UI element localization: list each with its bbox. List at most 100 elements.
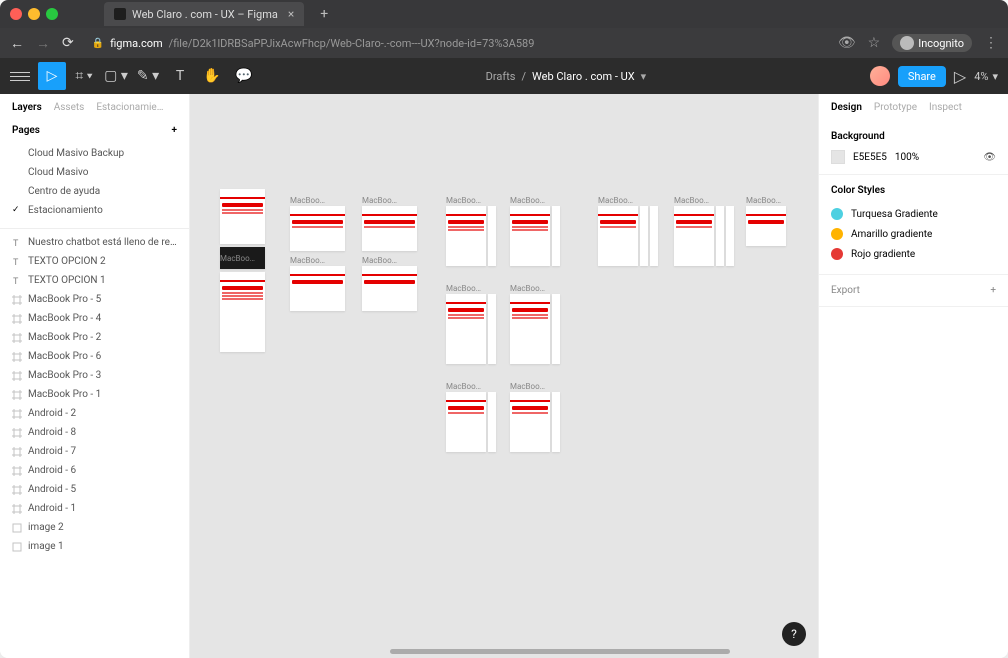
- left-panel: Layers Assets Estacionamien… Pages + Clo…: [0, 94, 190, 658]
- reload-button[interactable]: ⟳: [62, 35, 74, 51]
- page-item[interactable]: Cloud Masivo: [0, 163, 189, 182]
- frame-label: MacBoo…: [510, 284, 545, 293]
- layer-item[interactable]: Android - 8: [0, 423, 189, 442]
- color-style-row[interactable]: Amarillo gradiente: [831, 224, 996, 244]
- layer-item[interactable]: Android - 5: [0, 480, 189, 499]
- layer-item[interactable]: MacBook Pro - 2: [0, 328, 189, 347]
- page-item[interactable]: Estacionamiento: [0, 201, 189, 220]
- frame-icon: [12, 504, 22, 514]
- breadcrumb[interactable]: Drafts / Web Claro . com - UX ▾: [262, 70, 870, 83]
- forward-button[interactable]: →: [36, 35, 50, 52]
- browser-tab[interactable]: Web Claro . com - UX – Figma ×: [104, 2, 304, 26]
- pages-header: Pages +: [0, 117, 189, 144]
- export-section: Export +: [819, 275, 1008, 307]
- pages-title: Pages: [12, 125, 40, 136]
- layer-label: MacBook Pro - 5: [28, 294, 101, 305]
- frame-icon: [12, 485, 22, 495]
- shape-tool[interactable]: ▢ ▾: [102, 62, 130, 90]
- chevron-down-icon: ▾: [992, 70, 998, 83]
- layer-item[interactable]: Android - 1: [0, 499, 189, 518]
- text-tool[interactable]: T: [166, 62, 194, 90]
- add-export-button[interactable]: +: [990, 285, 996, 296]
- new-tab-button[interactable]: +: [320, 6, 328, 22]
- svg-text:T: T: [13, 239, 19, 248]
- hand-tool[interactable]: ✋: [198, 62, 226, 90]
- layer-item[interactable]: MacBook Pro - 3: [0, 366, 189, 385]
- frame-label: MacBoo…: [362, 256, 397, 265]
- zoom-value: 4%: [974, 70, 988, 83]
- frame-label: MacBoo…: [510, 196, 545, 205]
- layer-label: Android - 8: [28, 427, 76, 438]
- layer-item[interactable]: MacBook Pro - 5: [0, 290, 189, 309]
- visibility-toggle-icon[interactable]: 👁: [983, 152, 996, 163]
- frame-label: MacBoo…: [290, 256, 325, 265]
- frame-tool[interactable]: ⌗ ▾: [70, 62, 98, 90]
- layer-item[interactable]: TNuestro chatbot está lleno de resp…: [0, 233, 189, 252]
- layer-item[interactable]: image 1: [0, 537, 189, 556]
- user-avatar[interactable]: [870, 66, 890, 86]
- style-swatch: [831, 208, 843, 220]
- close-window-button[interactable]: [10, 8, 22, 20]
- canvas-horizontal-scrollbar[interactable]: [390, 649, 730, 654]
- browser-menu-icon[interactable]: ⋮: [984, 35, 998, 51]
- add-page-button[interactable]: +: [172, 125, 178, 136]
- text-icon: T: [12, 276, 22, 286]
- move-tool[interactable]: ▷: [38, 62, 66, 90]
- background-opacity[interactable]: 100%: [895, 152, 919, 163]
- color-style-row[interactable]: Turquesa Gradiente: [831, 204, 996, 224]
- background-hex[interactable]: E5E5E5: [853, 152, 887, 163]
- url-domain: figma.com: [110, 37, 162, 50]
- tab-page-dropdown[interactable]: Estacionamien…: [96, 102, 166, 113]
- share-button[interactable]: Share: [898, 66, 946, 87]
- layer-label: TEXTO OPCIÓN 1: [28, 275, 106, 286]
- tab-prototype[interactable]: Prototype: [874, 102, 917, 113]
- layer-item[interactable]: MacBook Pro - 1: [0, 385, 189, 404]
- export-label: Export: [831, 285, 860, 296]
- layer-item[interactable]: Android - 6: [0, 461, 189, 480]
- close-tab-icon[interactable]: ×: [288, 7, 294, 21]
- eye-off-icon[interactable]: 👁: [838, 35, 856, 51]
- background-swatch[interactable]: [831, 150, 845, 164]
- help-button[interactable]: ?: [782, 622, 806, 646]
- layer-item[interactable]: MacBook Pro - 4: [0, 309, 189, 328]
- page-item[interactable]: Cloud Masivo Backup: [0, 144, 189, 163]
- layer-label: Android - 7: [28, 446, 76, 457]
- address-bar[interactable]: 🔒 figma.com /file/D2k1lDRBSaPPJixAcwFhcp…: [86, 37, 826, 50]
- color-styles-title: Color Styles: [831, 185, 996, 196]
- frame-label: MacBoo…: [446, 284, 481, 293]
- page-item[interactable]: Centro de ayuda: [0, 182, 189, 201]
- figma-toolbar: ▷ ⌗ ▾ ▢ ▾ ✎ ▾ T ✋ 💬 Drafts / Web Claro .…: [0, 58, 1008, 94]
- layer-label: MacBook Pro - 1: [28, 389, 101, 400]
- layer-item[interactable]: T TEXTO OPCIÓN 1: [0, 271, 189, 290]
- browser-toolbar: ← → ⟳ 🔒 figma.com /file/D2k1lDRBSaPPJixA…: [0, 28, 1008, 58]
- text-icon: T: [12, 238, 22, 248]
- tab-design[interactable]: Design: [831, 102, 862, 113]
- back-button[interactable]: ←: [10, 35, 24, 52]
- maximize-window-button[interactable]: [46, 8, 58, 20]
- tab-layers[interactable]: Layers: [12, 102, 42, 113]
- comment-tool[interactable]: 💬: [230, 62, 258, 90]
- minimize-window-button[interactable]: [28, 8, 40, 20]
- layer-item[interactable]: TTEXTO OPCIÓN 2: [0, 252, 189, 271]
- bookmark-icon[interactable]: ☆: [868, 35, 881, 51]
- layer-item[interactable]: Android - 2: [0, 404, 189, 423]
- frame-label: MacBoo…: [362, 196, 397, 205]
- incognito-indicator: Incognito: [892, 34, 972, 52]
- tab-inspect[interactable]: Inspect: [929, 102, 962, 113]
- layer-item[interactable]: image 2: [0, 518, 189, 537]
- canvas[interactable]: MacBoo… MacBoo… MacBoo… MacBoo… MacBoo… …: [190, 94, 818, 658]
- chevron-down-icon[interactable]: ▾: [641, 70, 647, 83]
- tab-assets[interactable]: Assets: [54, 102, 85, 113]
- frame-label: MacBoo…: [220, 254, 255, 263]
- frame-label: MacBoo…: [598, 196, 633, 205]
- figma-menu-button[interactable]: [10, 66, 30, 86]
- layer-label: MacBook Pro - 2: [28, 332, 101, 343]
- layer-item[interactable]: Android - 7: [0, 442, 189, 461]
- pen-tool[interactable]: ✎ ▾: [134, 62, 162, 90]
- zoom-dropdown[interactable]: 4% ▾: [974, 70, 998, 83]
- layer-item[interactable]: MacBook Pro - 6: [0, 347, 189, 366]
- present-button[interactable]: ▷: [954, 67, 966, 86]
- color-style-row[interactable]: Rojo gradiente: [831, 244, 996, 264]
- layer-label: MacBook Pro - 3: [28, 370, 101, 381]
- layer-label: TEXTO OPCIÓN 2: [28, 256, 106, 267]
